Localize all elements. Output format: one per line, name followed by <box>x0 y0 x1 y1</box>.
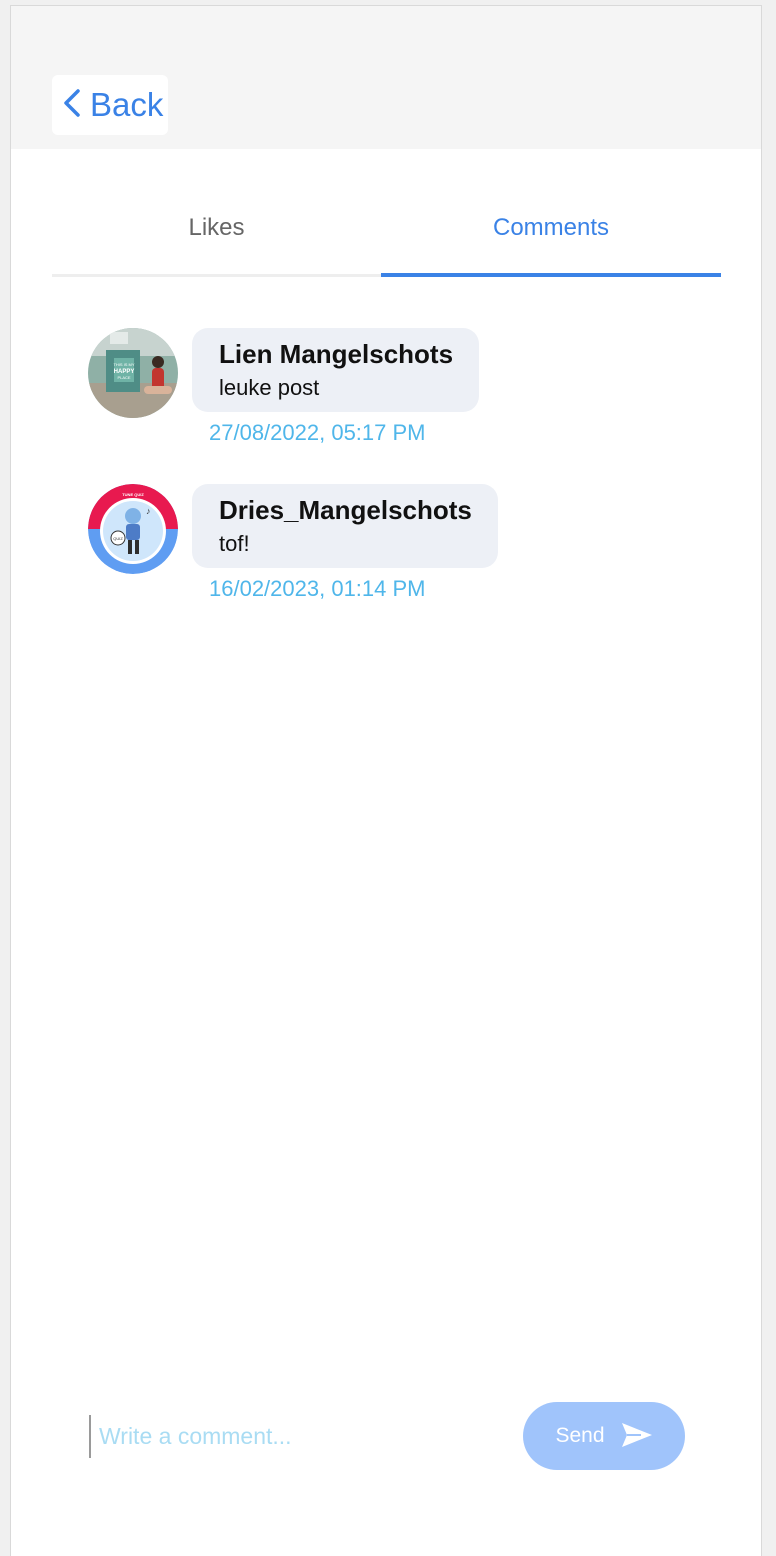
top-bar: Back <box>11 6 761 149</box>
comment-date: 16/02/2023, 01:14 PM <box>209 576 426 601</box>
send-label: Send <box>555 1424 605 1447</box>
tab-likes[interactable]: Likes <box>52 182 381 277</box>
text-cursor <box>89 1415 91 1458</box>
back-button[interactable]: Back <box>52 75 168 135</box>
tab-comments[interactable]: Comments <box>381 182 721 277</box>
back-label: Back <box>90 86 164 123</box>
comment-author[interactable]: Dries_Mangelschots <box>219 494 472 526</box>
comment-text: tof! <box>219 531 250 556</box>
tab-bar: Likes Comments <box>52 182 721 280</box>
avatar-photo-caption-line3: PLACE <box>117 375 130 380</box>
avatar[interactable]: TUNE QUIZ QUIZ ♪ <box>88 484 178 574</box>
comment-author[interactable]: Lien Mangelschots <box>219 338 453 370</box>
send-button[interactable]: Send <box>523 1402 685 1470</box>
send-icon <box>621 1422 653 1451</box>
comment-text: leuke post <box>219 375 320 400</box>
comment-item: TUNE QUIZ QUIZ ♪ Dries_Mangelschots tof!… <box>88 484 728 614</box>
comment-input[interactable] <box>99 1415 489 1458</box>
app-frame: Back Likes Comments THIS IS MY HAPPY PLA… <box>10 5 762 1556</box>
chevron-left-icon <box>62 88 82 123</box>
comment-date: 27/08/2022, 05:17 PM <box>209 420 426 445</box>
comment-composer: Send <box>89 1402 689 1472</box>
comment-bubble: Lien Mangelschots leuke post <box>192 328 480 412</box>
avatar[interactable]: THIS IS MY HAPPY PLACE <box>88 328 178 418</box>
comment-bubble: Dries_Mangelschots tof! <box>192 484 498 568</box>
avatar-logo-text: TUNE QUIZ <box>122 492 144 497</box>
music-note-icon: ♪ <box>146 506 151 516</box>
avatar-photo-caption-line1: THIS IS MY <box>113 362 134 367</box>
svg-text:QUIZ: QUIZ <box>113 536 123 541</box>
comment-item: THIS IS MY HAPPY PLACE Lien Mangelschots… <box>88 328 728 458</box>
